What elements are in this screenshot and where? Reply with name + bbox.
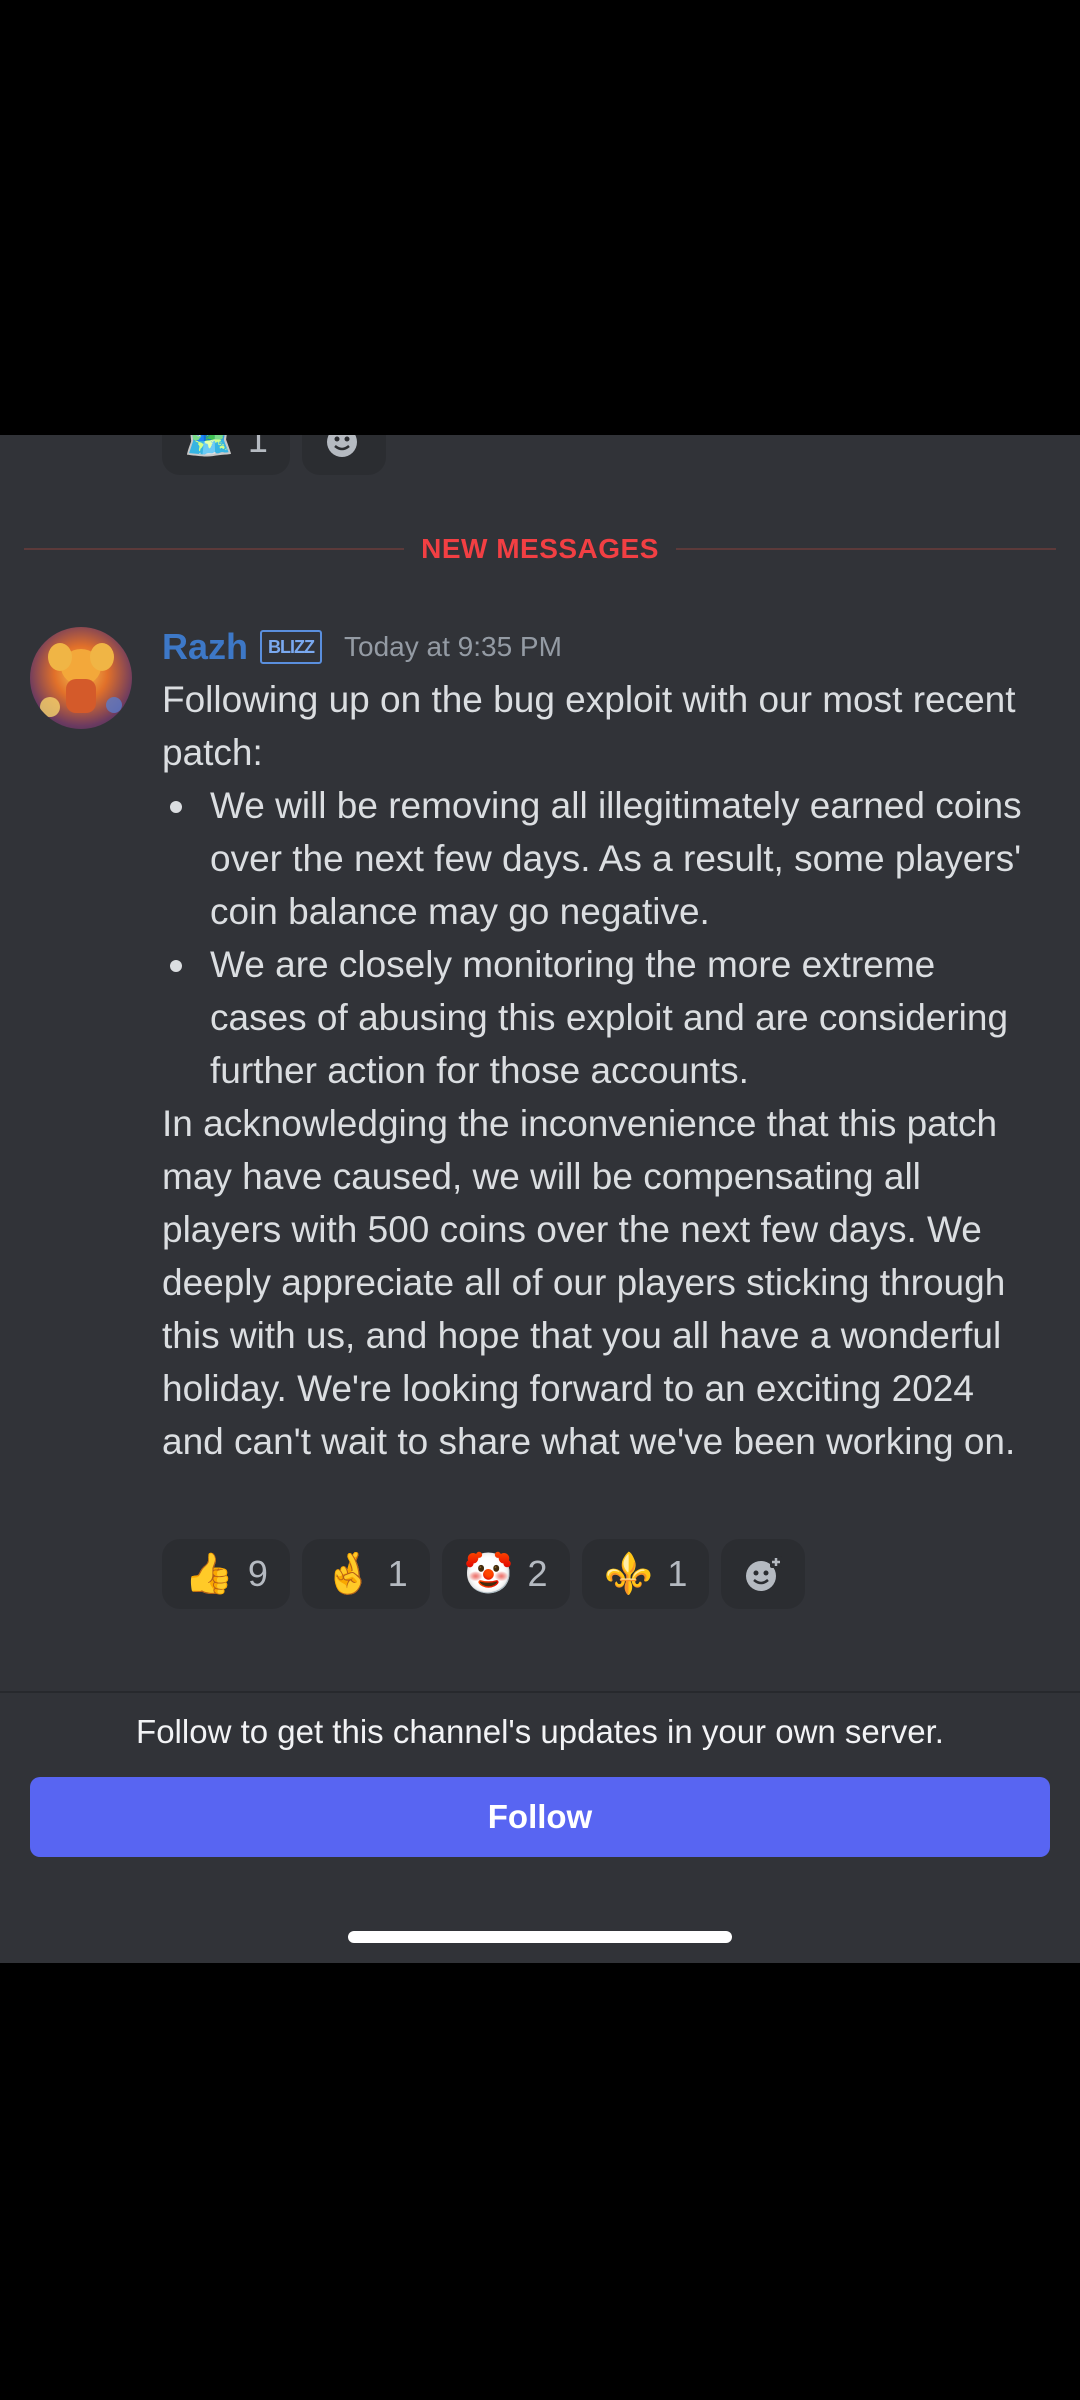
new-messages-divider: NEW MESSAGES [24,533,1056,564]
avatar[interactable] [30,627,132,729]
reaction-fleur-de-lis[interactable]: ⚜️ 1 [581,1539,710,1609]
thumbs-up-icon: 👍 [184,1552,234,1596]
add-reaction-button[interactable] [301,435,386,475]
list-item: We are closely monitoring the more extre… [162,938,1042,1097]
list-item: We will be removing all illegitimately e… [162,779,1042,938]
reaction-count: 9 [247,1553,268,1594]
message[interactable]: Razh BLIZZ Today at 9:35 PM Following up… [162,621,1042,1468]
reaction-count: 1 [247,435,268,460]
chat-view: 🗺️ 1 NEW MESSAGES Razh BLIZZ Today at 9:… [0,435,1080,1963]
add-reaction-button[interactable] [721,1539,806,1609]
reaction-thumbs-up[interactable]: 👍 9 [162,1539,290,1609]
previous-reactions: 🗺️ 1 [162,435,386,475]
reaction-pill[interactable]: 🗺️ 1 [162,435,290,475]
map-emoji-icon: 🗺️ [184,435,234,462]
bullet-list: We will be removing all illegitimately e… [162,779,1042,1097]
add-reaction-icon [746,1556,783,1591]
home-indicator[interactable] [348,1931,732,1943]
follow-button[interactable]: Follow [30,1777,1050,1857]
server-tag-badge[interactable]: BLIZZ [260,630,323,664]
fleur-de-lis-icon: ⚜️ [603,1552,654,1596]
message-intro: Following up on the bug exploit with our… [162,679,1016,773]
clown-face-icon: 🤡 [463,1552,514,1596]
reaction-count: 1 [387,1553,408,1594]
message-body: Following up on the bug exploit with our… [162,673,1042,1468]
reaction-bar: 👍 9 🤞 1 🤡 2 ⚜️ 1 [162,1539,806,1609]
reaction-crossed-fingers[interactable]: 🤞 1 [301,1539,430,1609]
timestamp: Today at 9:35 PM [344,631,562,662]
crossed-fingers-icon: 🤞 [323,1552,374,1596]
avatar-image [40,643,122,717]
message-closing: In acknowledging the inconvenience that … [162,1103,1016,1462]
reaction-clown[interactable]: 🤡 2 [441,1539,570,1609]
author-name[interactable]: Razh [162,626,248,668]
follow-prompt: Follow to get this channel's updates in … [136,1713,944,1750]
reaction-count: 2 [527,1553,548,1594]
reaction-count: 1 [667,1553,688,1594]
message-header: Razh BLIZZ Today at 9:35 PM [162,621,1042,673]
add-reaction-icon [326,435,357,457]
follow-separator [0,1691,1080,1693]
